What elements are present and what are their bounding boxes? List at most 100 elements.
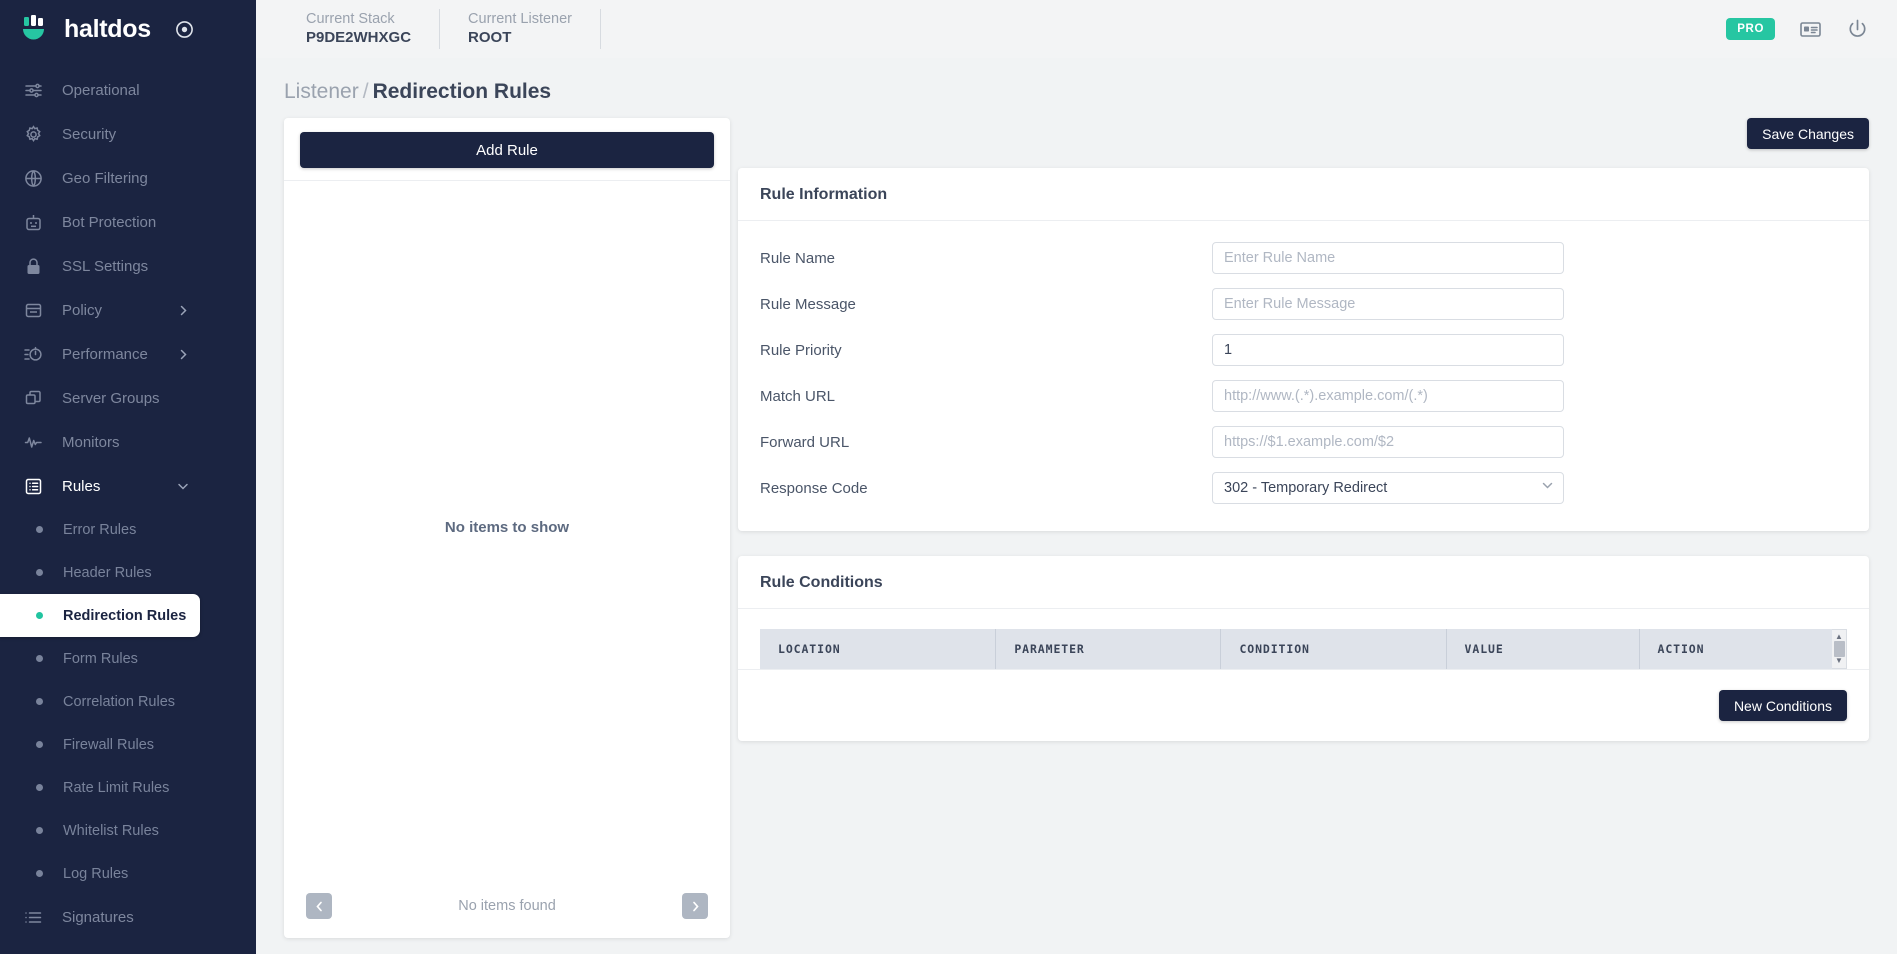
sidebar-subitem-label: Header Rules: [63, 564, 152, 581]
rule-information-body: Rule Name Rule Message: [738, 221, 1869, 531]
breadcrumb-separator: /: [362, 80, 369, 103]
sidebar-item-whitelist-rules[interactable]: Whitelist Rules: [0, 809, 256, 852]
field-forward-url: Forward URL: [760, 419, 1847, 465]
rule-priority-input[interactable]: [1212, 334, 1564, 366]
field-control: 302 - Temporary Redirect: [1212, 472, 1564, 504]
table-header-row: LOCATION PARAMETER CONDITION VALUE ACTIO…: [760, 629, 1832, 669]
chevron-down-icon: [176, 479, 190, 493]
rules-list: No items to show: [284, 180, 730, 874]
sidebar-item-label: Server Groups: [62, 389, 160, 407]
sidebar-item-signatures[interactable]: Signatures: [0, 895, 256, 939]
response-code-select[interactable]: 302 - Temporary Redirect: [1212, 472, 1564, 504]
field-control: [1212, 334, 1564, 366]
sidebar-item-header-rules[interactable]: Header Rules: [0, 551, 256, 594]
scroll-down-icon[interactable]: ▼: [1835, 657, 1843, 665]
rules-empty-message: No items to show: [444, 519, 570, 536]
brand[interactable]: haltdos: [0, 0, 256, 58]
id-card-icon[interactable]: [1799, 18, 1822, 41]
column-header-value[interactable]: VALUE: [1446, 629, 1640, 669]
match-url-input[interactable]: [1212, 380, 1564, 412]
new-conditions-button[interactable]: New Conditions: [1718, 690, 1847, 721]
sidebar-item-security[interactable]: Security: [0, 112, 256, 156]
bullet-icon: [36, 612, 43, 619]
globe-icon: [22, 167, 44, 189]
chevron-right-icon: [177, 304, 190, 317]
sidebar-subitem-label: Log Rules: [63, 865, 129, 882]
topbar-actions: PRO: [1726, 18, 1869, 41]
bullet-icon: [36, 698, 43, 705]
sidebar: haltdos Operational Security Geo Filteri…: [0, 0, 256, 954]
sidebar-item-redirection-rules[interactable]: Redirection Rules: [0, 594, 200, 637]
sidebar-item-log-rules[interactable]: Log Rules: [0, 852, 256, 895]
field-rule-message: Rule Message: [760, 281, 1847, 327]
breadcrumb: Listener / Redirection Rules: [284, 58, 1869, 118]
column-header-condition[interactable]: CONDITION: [1220, 629, 1447, 669]
forward-url-input[interactable]: [1212, 426, 1564, 458]
bullet-icon: [36, 655, 43, 662]
add-rule-button[interactable]: Add Rule: [300, 132, 714, 168]
sidebar-item-rate-limit-rules[interactable]: Rate Limit Rules: [0, 766, 256, 809]
column-header-parameter[interactable]: PARAMETER: [995, 629, 1222, 669]
sidebar-item-rules[interactable]: Rules: [0, 464, 256, 508]
breadcrumb-parent[interactable]: Listener: [284, 80, 359, 103]
sidebar-item-label: Bot Protection: [62, 213, 157, 231]
column-header-action[interactable]: ACTION: [1639, 629, 1832, 669]
current-stack-value: P9DE2WHXGC: [306, 29, 412, 46]
sidebar-item-geo-filtering[interactable]: Geo Filtering: [0, 156, 256, 200]
list-icon: [22, 906, 44, 928]
scrollbar-thumb[interactable]: [1833, 641, 1845, 657]
conditions-table-scrollbar[interactable]: ▲ ▼: [1832, 629, 1847, 669]
rule-name-input[interactable]: [1212, 242, 1564, 274]
list-box-icon: [22, 475, 44, 497]
sidebar-item-label: Policy: [62, 301, 103, 319]
rule-information-card: Rule Information Rule Name Rule Message: [738, 168, 1869, 531]
field-control: [1212, 380, 1564, 412]
conditions-table: LOCATION PARAMETER CONDITION VALUE ACTIO…: [760, 629, 1832, 669]
sidebar-item-bot-protection[interactable]: Bot Protection: [0, 200, 256, 244]
sidebar-item-monitors[interactable]: Monitors: [0, 420, 256, 464]
page-title: Redirection Rules: [372, 80, 552, 103]
sidebar-item-correlation-rules[interactable]: Correlation Rules: [0, 680, 256, 723]
field-response-code: Response Code 302 - Temporary Redirect: [760, 465, 1847, 511]
pagination-prev-button[interactable]: [306, 893, 332, 919]
save-changes-button[interactable]: Save Changes: [1747, 118, 1869, 149]
pagination-next-button[interactable]: [682, 893, 708, 919]
current-stack-label: Current Stack: [306, 11, 395, 27]
rule-conditions-footer: New Conditions: [738, 669, 1869, 741]
rule-message-input[interactable]: [1212, 288, 1564, 320]
content-columns: Add Rule No items to show No items found: [284, 118, 1869, 938]
field-label: Forward URL: [760, 433, 850, 451]
sidebar-item-server-groups[interactable]: Server Groups: [0, 376, 256, 420]
sidebar-item-label: Geo Filtering: [62, 169, 148, 187]
sidebar-item-label: SSL Settings: [62, 257, 149, 275]
scroll-up-icon[interactable]: ▲: [1835, 633, 1843, 641]
lock-icon: [22, 255, 44, 277]
conditions-table-wrap: LOCATION PARAMETER CONDITION VALUE ACTIO…: [760, 627, 1847, 669]
target-icon[interactable]: [175, 20, 194, 39]
column-header-location[interactable]: LOCATION: [760, 629, 997, 669]
brand-name: haltdos: [64, 14, 151, 43]
field-control: [1212, 288, 1564, 320]
sidebar-item-policy[interactable]: Policy: [0, 288, 256, 332]
rule-conditions-body: LOCATION PARAMETER CONDITION VALUE ACTIO…: [738, 609, 1869, 669]
bullet-icon: [36, 827, 43, 834]
pulse-icon: [22, 431, 44, 453]
sidebar-item-performance[interactable]: Performance: [0, 332, 256, 376]
sidebar-subitem-label: Firewall Rules: [63, 736, 155, 753]
sidebar-item-firewall-rules[interactable]: Firewall Rules: [0, 723, 256, 766]
sidebar-item-form-rules[interactable]: Form Rules: [0, 637, 256, 680]
sidebar-item-operational[interactable]: Operational: [0, 68, 256, 112]
sidebar-subitem-label: Error Rules: [63, 521, 137, 538]
app-root: haltdos Operational Security Geo Filteri…: [0, 0, 1897, 954]
power-icon[interactable]: [1846, 18, 1869, 41]
sidebar-item-ssl-settings[interactable]: SSL Settings: [0, 244, 256, 288]
pro-badge: PRO: [1726, 18, 1775, 40]
chevron-right-icon: [177, 348, 190, 361]
sidebar-subitem-label: Whitelist Rules: [63, 822, 159, 839]
current-listener: Current Listener ROOT: [439, 9, 600, 49]
sidebar-item-error-rules[interactable]: Error Rules: [0, 508, 256, 551]
sidebar-item-label: Operational: [62, 81, 140, 99]
rule-conditions-title: Rule Conditions: [738, 556, 1869, 609]
field-label: Rule Name: [760, 249, 836, 267]
field-control: [1212, 426, 1564, 458]
